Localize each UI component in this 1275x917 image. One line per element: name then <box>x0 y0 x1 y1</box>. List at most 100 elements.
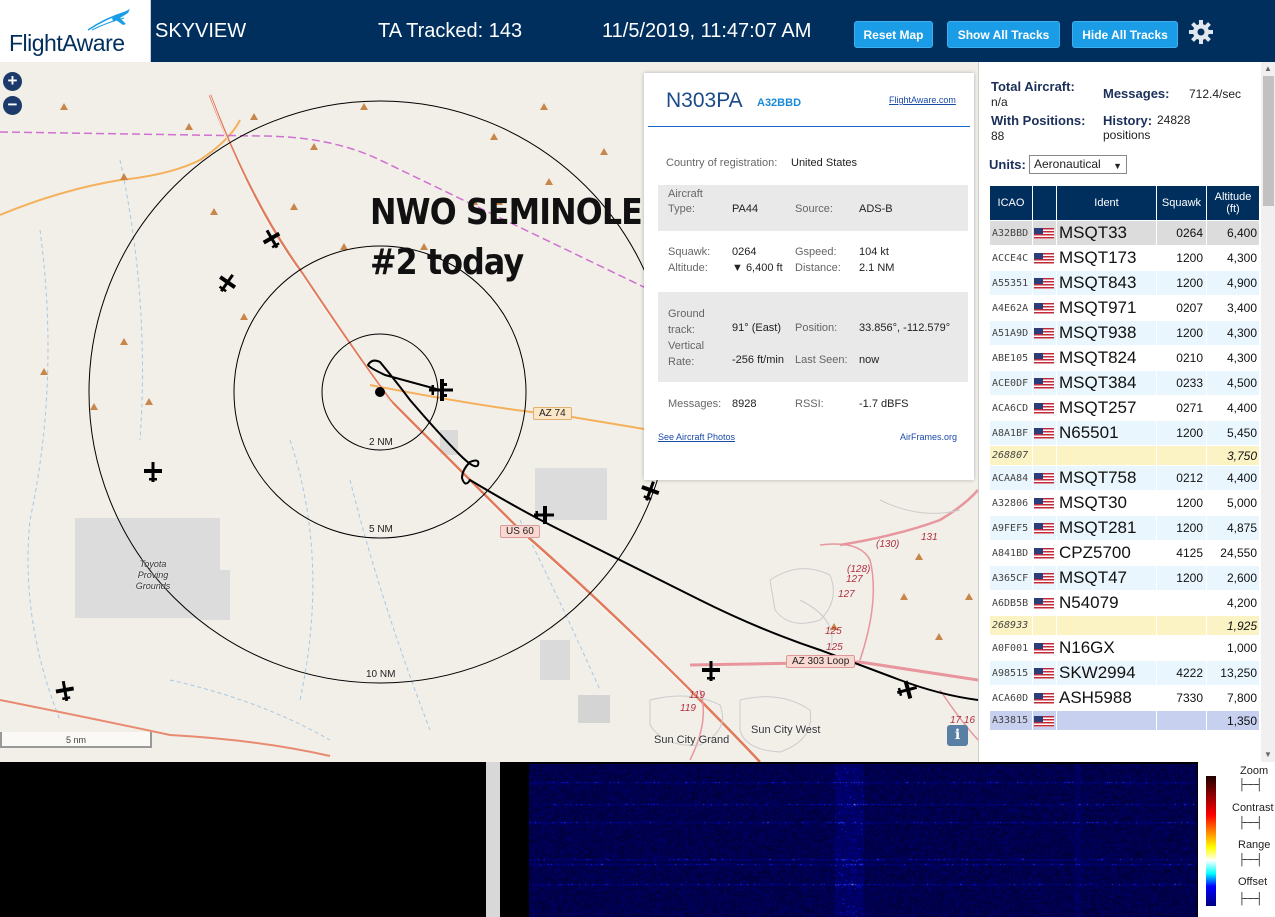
scale-bar: 5 nm <box>0 732 152 748</box>
icao-cell: ACA60D <box>989 685 1033 711</box>
ident-cell: MSQT30 <box>1056 490 1157 516</box>
gspeed-value: 104 kt <box>859 246 889 258</box>
us-flag-icon <box>1034 403 1054 415</box>
table-row[interactable]: ACCE4C MSQT173 1200 4,300 <box>989 245 1260 271</box>
route-label: 127 <box>846 574 863 585</box>
col-altitude[interactable]: Altitude (ft) <box>1206 185 1260 221</box>
icao-cell: A51A9D <box>989 320 1033 346</box>
ident-cell: MSQT824 <box>1056 345 1157 371</box>
table-row[interactable]: A98515 SKW2994 4222 13,250 <box>989 660 1260 686</box>
col-icao[interactable]: ICAO <box>989 185 1033 221</box>
icao-cell: A32806 <box>989 490 1033 516</box>
squawk-cell <box>1156 615 1207 636</box>
info-icon[interactable]: i <box>947 725 968 746</box>
ground-track-value: 91° (East) <box>732 322 782 334</box>
icao-cell: A55351 <box>989 270 1033 296</box>
zoom-in-button[interactable]: + <box>3 72 22 91</box>
show-all-tracks-button[interactable]: Show All Tracks <box>947 21 1060 48</box>
table-row[interactable]: A841BD CPZ5700 4125 24,550 <box>989 540 1260 566</box>
messages-rate-value: 712.4/sec <box>1189 87 1242 101</box>
flag-cell <box>1032 635 1057 661</box>
col-ident[interactable]: Ident <box>1056 185 1157 221</box>
contrast-label: Contrast <box>1232 802 1274 814</box>
table-row[interactable]: A55351 MSQT843 1200 4,900 <box>989 270 1260 296</box>
units-select[interactable]: Aeronautical <box>1029 155 1127 175</box>
squawk-label: Squawk: <box>668 246 711 258</box>
total-aircraft-label: Total Aircraft: <box>991 79 1075 94</box>
zoom-out-button[interactable]: − <box>3 96 22 115</box>
table-row[interactable]: ACA60D ASH5988 7330 7,800 <box>989 685 1260 711</box>
table-row[interactable]: ACAA84 MSQT758 0212 4,400 <box>989 465 1260 491</box>
clock: 11/5/2019, 11:47:07 AM <box>602 20 812 42</box>
rssi-label: RSSI: <box>795 398 824 410</box>
gear-icon[interactable] <box>1188 19 1214 45</box>
ident-cell <box>1056 445 1157 466</box>
us-flag-icon <box>1034 278 1054 290</box>
panel-scrollbar[interactable]: ▲ ▼ <box>1261 62 1275 762</box>
table-row[interactable]: A4E62A MSQT971 0207 3,400 <box>989 295 1260 321</box>
flag-cell <box>1032 245 1057 271</box>
zoom-slider[interactable]: ├──┤ <box>1238 779 1263 791</box>
airframes-link[interactable]: AirFrames.org <box>900 432 957 442</box>
col-flag[interactable] <box>1032 185 1057 221</box>
us-flag-icon <box>1034 328 1054 340</box>
ident-cell: MSQT281 <box>1056 515 1157 541</box>
table-row[interactable]: A32806 MSQT30 1200 5,000 <box>989 490 1260 516</box>
table-row[interactable]: ACA6CD MSQT257 0271 4,400 <box>989 395 1260 421</box>
squawk-cell: 4125 <box>1156 540 1207 566</box>
squawk-cell: 7330 <box>1156 685 1207 711</box>
contrast-slider[interactable]: ├──┤ <box>1238 817 1263 829</box>
icao-cell: ACAA84 <box>989 465 1033 491</box>
ident-cell: N54079 <box>1056 590 1157 616</box>
ident-cell: N65501 <box>1056 420 1157 446</box>
place-label-toyota: Toyota Proving Grounds <box>135 559 171 591</box>
waterfall-divider[interactable] <box>486 762 500 917</box>
icao-cell: A4E62A <box>989 295 1033 321</box>
squawk-cell: 0207 <box>1156 295 1207 321</box>
altitude-cell: 4,500 <box>1206 370 1260 396</box>
altitude-cell: 5,450 <box>1206 420 1260 446</box>
hide-all-tracks-button[interactable]: Hide All Tracks <box>1072 21 1178 48</box>
popup-hex-code: A32BBD <box>757 97 802 109</box>
reset-map-button[interactable]: Reset Map <box>854 21 933 48</box>
flag-cell <box>1032 270 1057 296</box>
squawk-cell: 1200 <box>1156 270 1207 296</box>
range-slider[interactable]: ├──┤ <box>1238 854 1263 866</box>
flag-cell <box>1032 565 1057 591</box>
table-row[interactable]: 268807 3,750 <box>989 445 1260 466</box>
us-flag-icon <box>1034 643 1054 655</box>
table-row[interactable]: 268933 1,925 <box>989 615 1260 636</box>
road-label-az303: AZ 303 Loop <box>786 655 856 668</box>
table-row[interactable]: ACE0DF MSQT384 0233 4,500 <box>989 370 1260 396</box>
table-row[interactable]: A6DB5B N54079 4,200 <box>989 590 1260 616</box>
us-flag-icon <box>1034 573 1054 585</box>
table-row[interactable]: ABE105 MSQT824 0210 4,300 <box>989 345 1260 371</box>
table-row[interactable]: A9FEF5 MSQT281 1200 4,875 <box>989 515 1260 541</box>
range-label: Range <box>1238 839 1271 851</box>
squawk-cell: 0233 <box>1156 370 1207 396</box>
altitude-cell: 5,000 <box>1206 490 1260 516</box>
flightaware-link[interactable]: FlightAware.com <box>889 95 956 105</box>
flag-cell <box>1032 590 1057 616</box>
flightaware-logo[interactable]: FlightAware <box>0 0 151 62</box>
offset-slider[interactable]: ├──┤ <box>1238 893 1263 905</box>
col-squawk[interactable]: Squawk <box>1156 185 1207 221</box>
country-label: Country of registration: <box>666 157 778 169</box>
map-view[interactable]: + − NWO SEMINOLE #2 today 2 NM 5 NM 10 N… <box>0 62 978 762</box>
aircraft-photos-link[interactable]: See Aircraft Photos <box>658 432 735 442</box>
aircraft-table: ICAO Ident Squawk Altitude (ft) A32BBD MS… <box>989 185 1260 731</box>
altitude-cell: 3,400 <box>1206 295 1260 321</box>
table-row[interactable]: A32BBD MSQT33 0264 6,400 <box>989 220 1260 246</box>
scrollbar-thumb[interactable] <box>1263 76 1274 206</box>
table-row[interactable]: A51A9D MSQT938 1200 4,300 <box>989 320 1260 346</box>
flag-cell <box>1032 445 1057 466</box>
altitude-cell: 4,200 <box>1206 590 1260 616</box>
table-row[interactable]: A33815 1,350 <box>989 710 1260 731</box>
offset-label: Offset <box>1238 876 1268 888</box>
table-row[interactable]: A0F001 N16GX 1,000 <box>989 635 1260 661</box>
table-row[interactable]: A365CF MSQT47 1200 2,600 <box>989 565 1260 591</box>
source-label: Source: <box>795 203 833 215</box>
road-label-az74: AZ 74 <box>533 407 572 420</box>
table-row[interactable]: A8A1BF N65501 1200 5,450 <box>989 420 1260 446</box>
route-label: 131 <box>921 532 938 543</box>
